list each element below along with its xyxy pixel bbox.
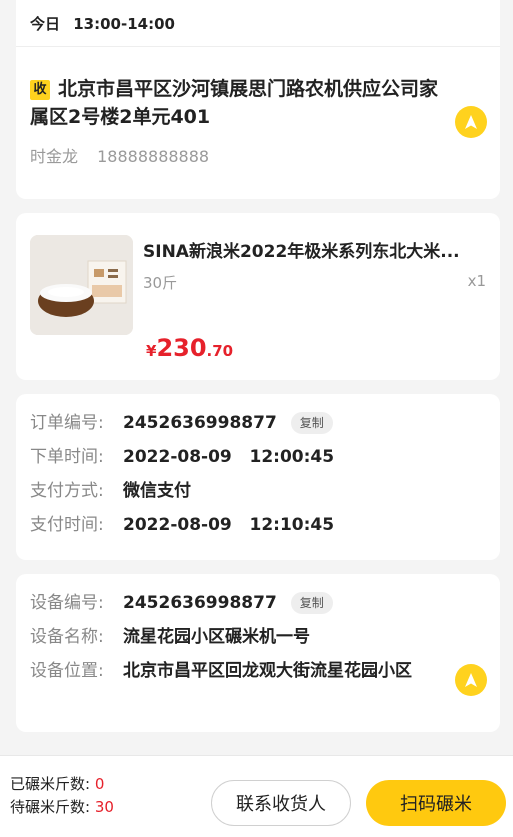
product-quantity: x1 — [467, 272, 486, 290]
product-price: ¥230.70 — [146, 334, 233, 362]
order-created-row: 下单时间: 2022-08-09 12:00:45 — [30, 446, 500, 468]
contact-row: 时金龙 18888888888 — [30, 143, 500, 167]
pending-weight-label: 待碾米斤数: — [10, 798, 91, 816]
pay-method-value: 微信支付 — [123, 481, 191, 501]
delivery-time-range: 13:00-14:00 — [73, 15, 175, 33]
address-text: 北京市昌平区沙河镇展思门路农机供应公司家属区2号楼2单元401 — [30, 78, 439, 128]
milled-weight-value: 0 — [94, 775, 105, 793]
device-info-card: 设备编号: 2452636998877 复制 设备名称: 流星花园小区碾米机一号… — [16, 574, 500, 732]
order-created-label: 下单时间: — [30, 447, 104, 467]
price-symbol: ¥ — [146, 342, 157, 360]
receive-tag: 收 — [30, 80, 50, 100]
product-name: SINA新浪米2022年极米系列东北大米... — [143, 242, 460, 262]
product-image — [30, 235, 133, 335]
copy-device-id-button[interactable]: 复制 — [290, 592, 333, 614]
pending-weight-value: 30 — [94, 798, 114, 816]
address-text-line: 收北京市昌平区沙河镇展思门路农机供应公司家属区2号楼2单元401 — [30, 75, 450, 131]
order-info-card: 订单编号: 2452636998877 复制 下单时间: 2022-08-09 … — [16, 394, 500, 560]
device-location-row: 设备位置: 北京市昌平区回龙观大街流星花园小区 — [30, 660, 500, 684]
copy-order-id-button[interactable]: 复制 — [290, 412, 333, 434]
pay-method-row: 支付方式: 微信支付 — [30, 480, 500, 502]
address-block: 收北京市昌平区沙河镇展思门路农机供应公司家属区2号楼2单元401 时金龙 188… — [16, 47, 500, 167]
scan-to-mill-button[interactable]: 扫码碾米 — [366, 780, 506, 826]
device-location-label: 设备位置: — [30, 661, 104, 681]
milled-weight-label: 已碾米斤数: — [10, 775, 91, 793]
milling-stats: 已碾米斤数: 0 待碾米斤数: 30 — [10, 773, 114, 819]
price-integer: 230 — [156, 334, 207, 362]
paid-time-row: 支付时间: 2022-08-09 12:10:45 — [30, 514, 500, 536]
pay-method-label: 支付方式: — [30, 481, 104, 501]
contact-phone: 18888888888 — [97, 147, 210, 166]
bottom-action-bar: 已碾米斤数: 0 待碾米斤数: 30 联系收货人 扫码碾米 — [0, 755, 513, 837]
pending-weight-row: 待碾米斤数: 30 — [10, 796, 114, 819]
device-navigation-arrow-icon[interactable] — [455, 664, 487, 696]
order-id-label: 订单编号: — [30, 413, 104, 433]
price-decimal: .70 — [206, 342, 234, 360]
device-location-value: 北京市昌平区回龙观大街流星花园小区 — [123, 661, 412, 681]
delivery-day: 今日 — [30, 15, 61, 33]
device-id-label: 设备编号: — [30, 593, 104, 613]
order-created-value: 2022-08-09 12:00:45 — [123, 447, 335, 467]
device-id-value: 2452636998877 — [123, 593, 277, 613]
paid-time-label: 支付时间: — [30, 515, 104, 535]
order-id-value: 2452636998877 — [123, 413, 277, 433]
milled-weight-row: 已碾米斤数: 0 — [10, 773, 114, 796]
navigation-arrow-icon[interactable] — [455, 106, 487, 138]
device-name-value: 流星花园小区碾米机一号 — [123, 627, 310, 647]
order-id-row: 订单编号: 2452636998877 复制 — [30, 412, 500, 434]
paid-time-value: 2022-08-09 12:10:45 — [123, 515, 335, 535]
delivery-address-card: 今日 13:00-14:00 收北京市昌平区沙河镇展思门路农机供应公司家属区2号… — [16, 0, 500, 199]
product-spec: 30斤 — [143, 274, 178, 292]
device-id-row: 设备编号: 2452636998877 复制 — [30, 592, 500, 614]
contact-name: 时金龙 — [30, 147, 79, 166]
order-detail-page: 今日 13:00-14:00 收北京市昌平区沙河镇展思门路农机供应公司家属区2号… — [0, 0, 513, 837]
device-name-label: 设备名称: — [30, 627, 104, 647]
contact-receiver-button[interactable]: 联系收货人 — [211, 780, 351, 826]
product-card[interactable]: SINA新浪米2022年极米系列东北大米... 30斤 x1 ¥230.70 — [16, 213, 500, 380]
device-name-row: 设备名称: 流星花园小区碾米机一号 — [30, 626, 500, 648]
delivery-time-row: 今日 13:00-14:00 — [16, 0, 500, 47]
